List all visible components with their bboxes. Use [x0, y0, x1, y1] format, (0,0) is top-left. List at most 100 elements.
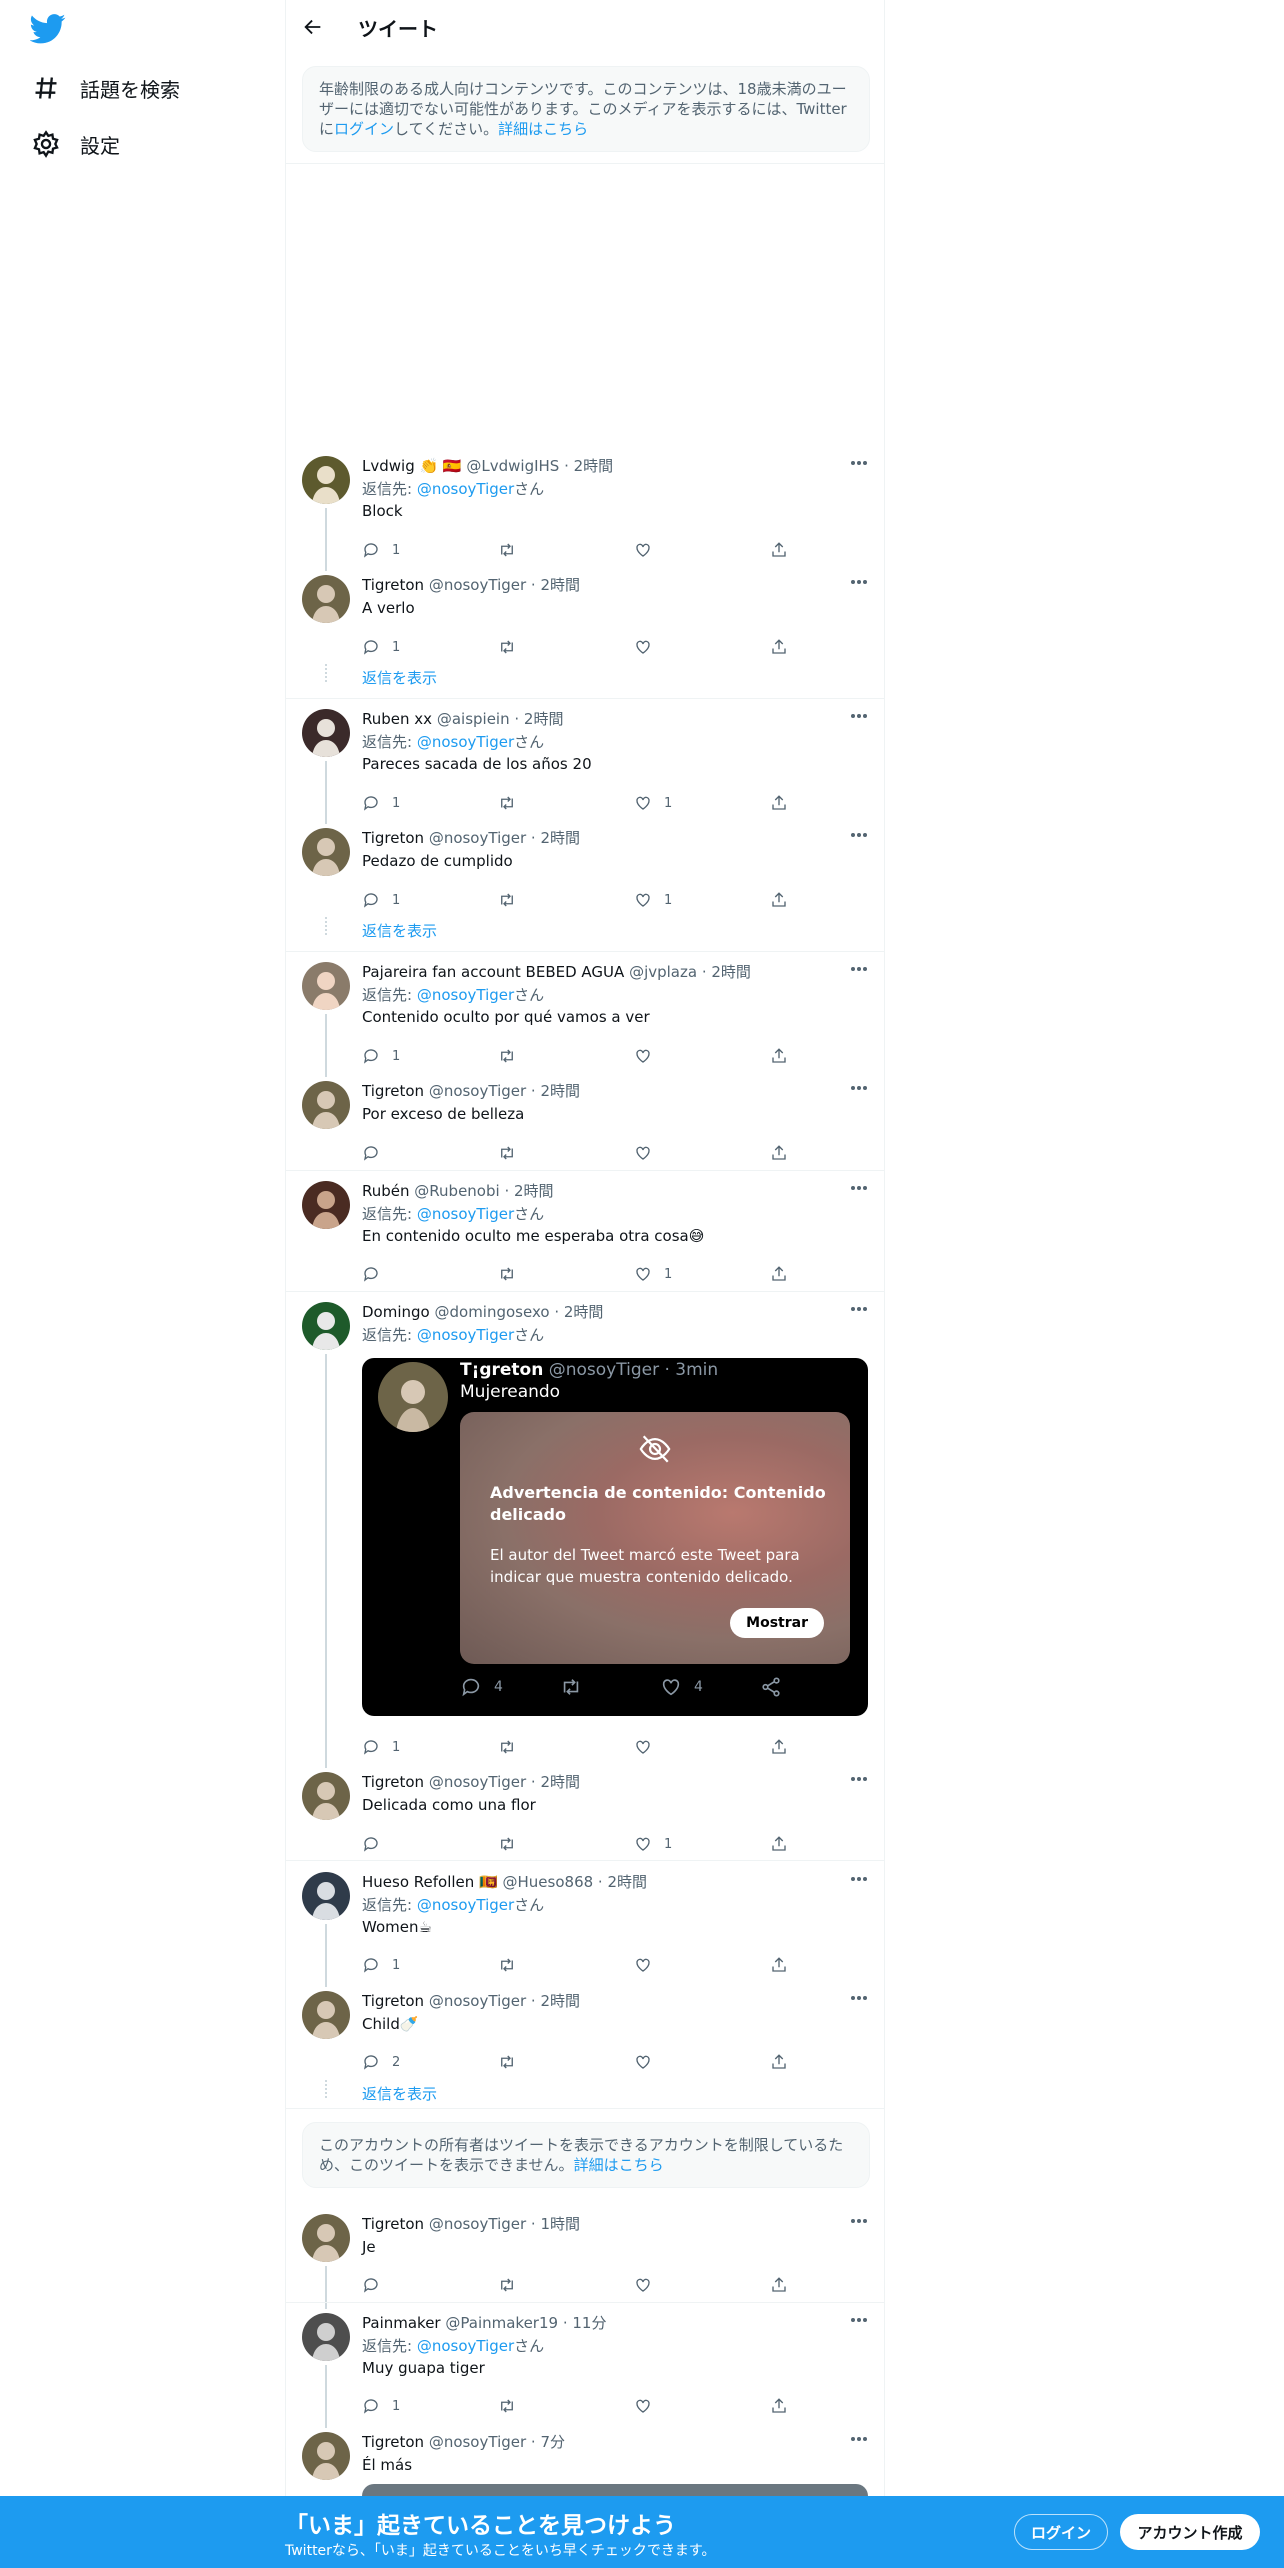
media-preview[interactable]	[362, 2484, 868, 2496]
like-button[interactable]: 1	[634, 1835, 672, 1853]
back-arrow-icon[interactable]	[302, 16, 324, 38]
more-options-icon[interactable]	[850, 460, 868, 466]
twitter-logo-icon[interactable]	[30, 14, 66, 44]
reply-handle-link[interactable]: @nosoyTiger	[417, 1326, 514, 1344]
retweet-button[interactable]	[498, 1738, 528, 1756]
reply-button[interactable]	[362, 1835, 392, 1853]
avatar[interactable]	[378, 1362, 448, 1432]
like-button[interactable]	[634, 638, 664, 656]
like-button[interactable]	[634, 2053, 664, 2071]
learn-more-link[interactable]: 詳細はこちら	[498, 120, 588, 138]
like-button[interactable]: 4	[660, 1676, 703, 1698]
reply-button[interactable]: 1	[362, 794, 400, 812]
avatar[interactable]	[302, 709, 350, 757]
avatar[interactable]	[302, 1181, 350, 1229]
retweet-button[interactable]	[498, 2053, 528, 2071]
share-button[interactable]	[770, 638, 788, 656]
author-name[interactable]: Lvdwig 👏 🇪🇸	[362, 457, 462, 475]
like-button[interactable]	[634, 1956, 664, 1974]
retweet-button[interactable]	[498, 2276, 528, 2294]
retweet-button[interactable]	[498, 1835, 528, 1853]
reply-handle-link[interactable]: @nosoyTiger	[417, 1205, 514, 1223]
share-button[interactable]	[770, 891, 788, 909]
author-name[interactable]: Rubén	[362, 1182, 410, 1200]
reply-button[interactable]	[362, 2276, 392, 2294]
avatar[interactable]	[302, 1081, 350, 1129]
avatar[interactable]	[302, 1991, 350, 2039]
share-button[interactable]	[770, 1956, 788, 1974]
more-options-icon[interactable]	[850, 1085, 868, 1091]
quoted-tweet[interactable]: T¡greton @nosoyTiger · 3min Mujereando A…	[362, 1358, 868, 1716]
avatar[interactable]	[302, 1872, 350, 1920]
author-name[interactable]: Tigreton	[362, 1773, 424, 1791]
author-name[interactable]: Painmaker	[362, 2314, 441, 2332]
author-name[interactable]: Tigreton	[362, 1992, 424, 2010]
signup-button[interactable]: アカウント作成	[1120, 2514, 1260, 2550]
like-button[interactable]	[634, 1738, 664, 1756]
reply-handle-link[interactable]: @nosoyTiger	[417, 733, 514, 751]
sidebar-item-settings[interactable]: 設定	[32, 124, 120, 164]
author-name[interactable]: Hueso Refollen 🇱🇰	[362, 1873, 498, 1891]
author-name[interactable]: Tigreton	[362, 2433, 424, 2451]
share-button[interactable]	[770, 1047, 788, 1065]
like-button[interactable]	[634, 2397, 664, 2415]
retweet-button[interactable]	[498, 1144, 528, 1162]
like-button[interactable]	[634, 2276, 664, 2294]
like-button[interactable]: 1	[634, 794, 672, 812]
reply-button[interactable]: 1	[362, 1956, 400, 1974]
reply-button[interactable]	[362, 1144, 392, 1162]
retweet-button[interactable]	[498, 1956, 528, 1974]
avatar[interactable]	[302, 962, 350, 1010]
retweet-button[interactable]	[498, 541, 528, 559]
retweet-button[interactable]	[498, 2397, 528, 2415]
author-name[interactable]: Tigreton	[362, 576, 424, 594]
retweet-button[interactable]	[498, 891, 528, 909]
author-name[interactable]: Tigreton	[362, 829, 424, 847]
share-button[interactable]	[770, 1738, 788, 1756]
login-button[interactable]: ログイン	[1014, 2514, 1108, 2550]
reply-button[interactable]	[362, 1265, 392, 1283]
retweet-button[interactable]	[498, 1047, 528, 1065]
reply-handle-link[interactable]: @nosoyTiger	[417, 2337, 514, 2355]
retweet-button[interactable]	[560, 1676, 582, 1698]
learn-more-link[interactable]: 詳細はこちら	[574, 2156, 664, 2174]
reply-button[interactable]: 1	[362, 1738, 400, 1756]
more-options-icon[interactable]	[850, 1306, 868, 1312]
like-button[interactable]	[634, 541, 664, 559]
quote-author-name[interactable]: T¡greton	[460, 1360, 543, 1380]
author-name[interactable]: Tigreton	[362, 1082, 424, 1100]
share-button[interactable]	[770, 1144, 788, 1162]
avatar[interactable]	[302, 1302, 350, 1350]
reply-handle-link[interactable]: @nosoyTiger	[417, 480, 514, 498]
reply-button[interactable]: 1	[362, 638, 400, 656]
author-name[interactable]: Pajareira fan account BEBED AGUA	[362, 963, 624, 981]
more-options-icon[interactable]	[850, 2317, 868, 2323]
more-options-icon[interactable]	[850, 1776, 868, 1782]
reply-button[interactable]: 1	[362, 1047, 400, 1065]
share-button[interactable]	[770, 2053, 788, 2071]
reply-button[interactable]: 1	[362, 2397, 400, 2415]
retweet-button[interactable]	[498, 1265, 528, 1283]
like-button[interactable]: 1	[634, 891, 672, 909]
show-replies-link[interactable]: 返信を表示	[362, 667, 437, 688]
more-options-icon[interactable]	[850, 1995, 868, 2001]
reply-button[interactable]: 1	[362, 541, 400, 559]
more-options-icon[interactable]	[850, 1185, 868, 1191]
share-button[interactable]	[770, 541, 788, 559]
like-button[interactable]	[634, 1144, 664, 1162]
share-button[interactable]	[770, 1265, 788, 1283]
avatar[interactable]	[302, 2432, 350, 2480]
more-options-icon[interactable]	[850, 1876, 868, 1882]
share-button[interactable]	[770, 794, 788, 812]
like-button[interactable]	[634, 1047, 664, 1065]
retweet-button[interactable]	[498, 794, 528, 812]
more-options-icon[interactable]	[850, 966, 868, 972]
login-link[interactable]: ログイン	[334, 120, 394, 138]
show-replies-link[interactable]: 返信を表示	[362, 920, 437, 941]
more-options-icon[interactable]	[850, 832, 868, 838]
like-button[interactable]: 1	[634, 1265, 672, 1283]
share-button[interactable]	[760, 1676, 782, 1698]
show-replies-link[interactable]: 返信を表示	[362, 2083, 437, 2104]
author-name[interactable]: Ruben xx	[362, 710, 432, 728]
share-button[interactable]	[770, 2397, 788, 2415]
